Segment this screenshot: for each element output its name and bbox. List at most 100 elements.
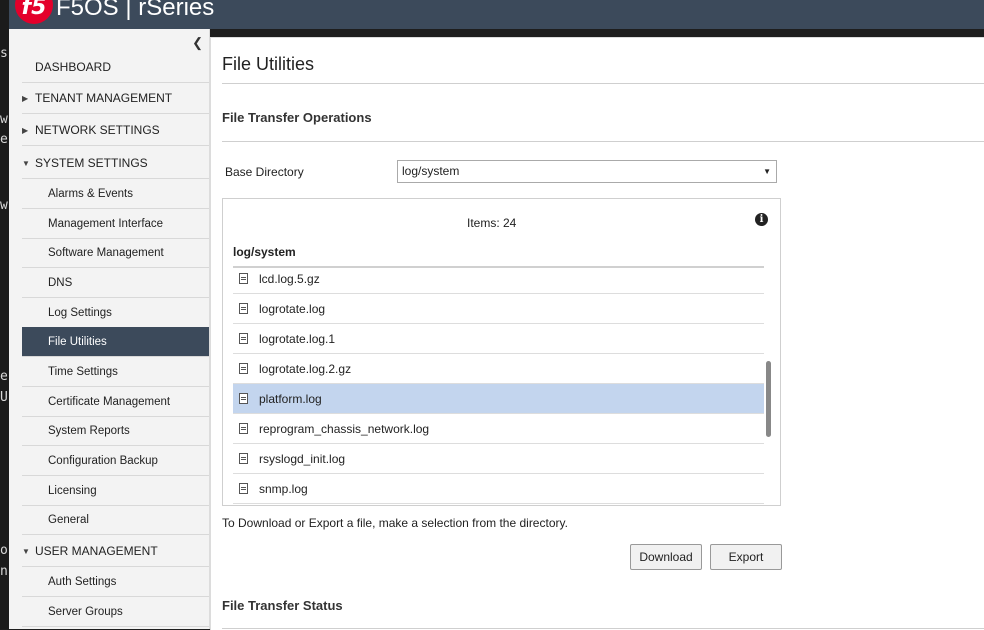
items-count: Items: 24 <box>467 216 517 230</box>
sidebar-item-log-settings[interactable]: Log Settings <box>22 298 209 328</box>
directory-label: log/system <box>233 245 296 259</box>
file-icon <box>239 303 248 314</box>
file-row[interactable]: snmp.log <box>233 474 764 504</box>
caret-right-icon: ▶ <box>22 94 29 103</box>
file-row[interactable]: logrotate.log <box>233 294 764 324</box>
sidebar-item-dns[interactable]: DNS <box>22 268 209 298</box>
terminal-text: w <box>0 112 8 127</box>
sidebar-item-file-utilities[interactable]: File Utilities <box>22 327 209 357</box>
app-header: f5 F5OS | rSeries <box>9 0 984 29</box>
scrollbar-thumb[interactable] <box>766 361 771 437</box>
sidebar-item-dashboard[interactable]: DASHBOARD <box>22 52 209 83</box>
sidebar-item-label: Auth Settings <box>48 576 117 588</box>
sidebar-item-label: Alarms & Events <box>48 188 133 200</box>
sidebar-item-label: Server Groups <box>48 606 123 618</box>
terminal-text: s. <box>0 46 9 61</box>
caret-down-icon: ▼ <box>22 159 30 168</box>
sidebar-item-label: Licensing <box>48 485 97 497</box>
file-row[interactable]: logrotate.log.2.gz <box>233 354 764 384</box>
file-row-selected[interactable]: platform.log <box>233 384 764 414</box>
terminal-text: n <box>0 564 8 579</box>
sidebar-item-configuration-backup[interactable]: Configuration Backup <box>22 446 209 476</box>
f5-logo[interactable]: f5 <box>15 0 53 24</box>
terminal-background: s. w e w e U o n <box>0 0 9 629</box>
sidebar-item-label: Management Interface <box>48 218 164 230</box>
sidebar-item-label: Log Settings <box>48 307 112 319</box>
terminal-text: U <box>0 390 8 405</box>
file-icon <box>239 483 248 494</box>
product-title: F5OS | rSeries <box>56 0 215 21</box>
caret-right-icon: ▶ <box>22 126 29 135</box>
sidebar-item-network-settings[interactable]: ▶ NETWORK SETTINGS <box>22 115 209 146</box>
sidebar-item-label: DASHBOARD <box>35 60 112 74</box>
download-button[interactable]: Download <box>630 544 702 570</box>
file-row[interactable]: lcd.log.5.gz <box>233 268 764 294</box>
sidebar-item-label: Software Management <box>48 247 164 259</box>
file-name: lcd.log.5.gz <box>259 272 320 286</box>
file-browser: Items: 24 i log/system lcd.log.5.gz logr… <box>222 198 781 506</box>
sidebar-item-label: SYSTEM SETTINGS <box>35 156 148 170</box>
file-name: rsyslogd_init.log <box>259 452 346 466</box>
sidebar-item-label: File Utilities <box>48 336 107 348</box>
sidebar-item-label: USER MANAGEMENT <box>35 544 158 558</box>
base-directory-select[interactable]: log/system ▼ <box>397 160 777 183</box>
file-list: lcd.log.5.gz logrotate.log logrotate.log… <box>233 266 764 505</box>
base-directory-label: Base Directory <box>225 165 304 179</box>
sidebar-item-label: Configuration Backup <box>48 455 158 467</box>
section-title-file-transfer-operations: File Transfer Operations <box>222 110 372 125</box>
sidebar-item-auth-settings[interactable]: Auth Settings <box>22 567 209 597</box>
export-button[interactable]: Export <box>710 544 782 570</box>
sidebar-item-certificate-management[interactable]: Certificate Management <box>22 387 209 417</box>
terminal-text: w <box>0 198 8 213</box>
sidebar-item-user-management[interactable]: ▼ USER MANAGEMENT <box>22 536 209 567</box>
sidebar-item-licensing[interactable]: Licensing <box>22 476 209 506</box>
file-name: logrotate.log <box>259 302 326 316</box>
file-icon <box>239 393 248 404</box>
page-title: File Utilities <box>222 54 315 74</box>
sidebar-item-label: TENANT MANAGEMENT <box>35 91 173 105</box>
sidebar-item-management-interface[interactable]: Management Interface <box>22 209 209 239</box>
main-content: File Utilities File Transfer Operations … <box>210 37 984 630</box>
file-name: snmp.log <box>259 482 308 496</box>
chevron-down-icon: ▼ <box>763 167 771 176</box>
file-icon <box>239 363 248 374</box>
sidebar-item-system-reports[interactable]: System Reports <box>22 416 209 446</box>
file-icon <box>239 453 248 464</box>
sidebar-item-alarms-events[interactable]: Alarms & Events <box>22 179 209 209</box>
sidebar-item-label: NETWORK SETTINGS <box>35 123 160 137</box>
file-name: logrotate.log.1 <box>259 332 336 346</box>
file-icon <box>239 423 248 434</box>
file-row[interactable]: reprogram_chassis_network.log <box>233 414 764 444</box>
sidebar-item-label: Time Settings <box>48 366 118 378</box>
sidebar-item-system-settings[interactable]: ▼ SYSTEM SETTINGS <box>22 148 209 179</box>
terminal-text: e <box>0 369 8 384</box>
info-icon[interactable]: i <box>755 213 768 226</box>
file-icon <box>239 333 248 344</box>
sidebar-item-label: General <box>48 514 89 526</box>
file-row[interactable]: logrotate.log.1 <box>233 324 764 354</box>
file-icon <box>239 273 248 284</box>
sidebar-item-software-management[interactable]: Software Management <box>22 238 209 268</box>
file-row[interactable]: rsyslogd_init.log <box>233 444 764 474</box>
sidebar-item-label: Certificate Management <box>48 396 171 408</box>
sidebar-item-tenant-management[interactable]: ▶ TENANT MANAGEMENT <box>22 83 209 114</box>
divider <box>222 83 984 84</box>
terminal-text: o <box>0 543 8 558</box>
sidebar-gutter <box>9 29 22 629</box>
chevron-left-icon[interactable]: ❮ <box>192 35 203 51</box>
file-name: reprogram_chassis_network.log <box>259 422 430 436</box>
selection-hint: To Download or Export a file, make a sel… <box>222 516 568 530</box>
sidebar-item-general[interactable]: General <box>22 505 209 535</box>
sidebar-item-label: DNS <box>48 277 73 289</box>
base-directory-value: log/system <box>402 164 460 178</box>
terminal-text: e <box>0 132 8 147</box>
file-name: platform.log <box>259 392 322 406</box>
sidebar-item-time-settings[interactable]: Time Settings <box>22 357 209 387</box>
sidebar-item-label: System Reports <box>48 425 130 437</box>
sidebar-item-server-groups[interactable]: Server Groups <box>22 597 209 627</box>
caret-down-icon: ▼ <box>22 547 30 556</box>
sidebar: ❮ DASHBOARD ▶ TENANT MANAGEMENT ▶ NETWOR… <box>22 29 210 629</box>
section-title-file-transfer-status: File Transfer Status <box>222 598 343 613</box>
divider <box>222 141 984 142</box>
file-name: logrotate.log.2.gz <box>259 362 352 376</box>
